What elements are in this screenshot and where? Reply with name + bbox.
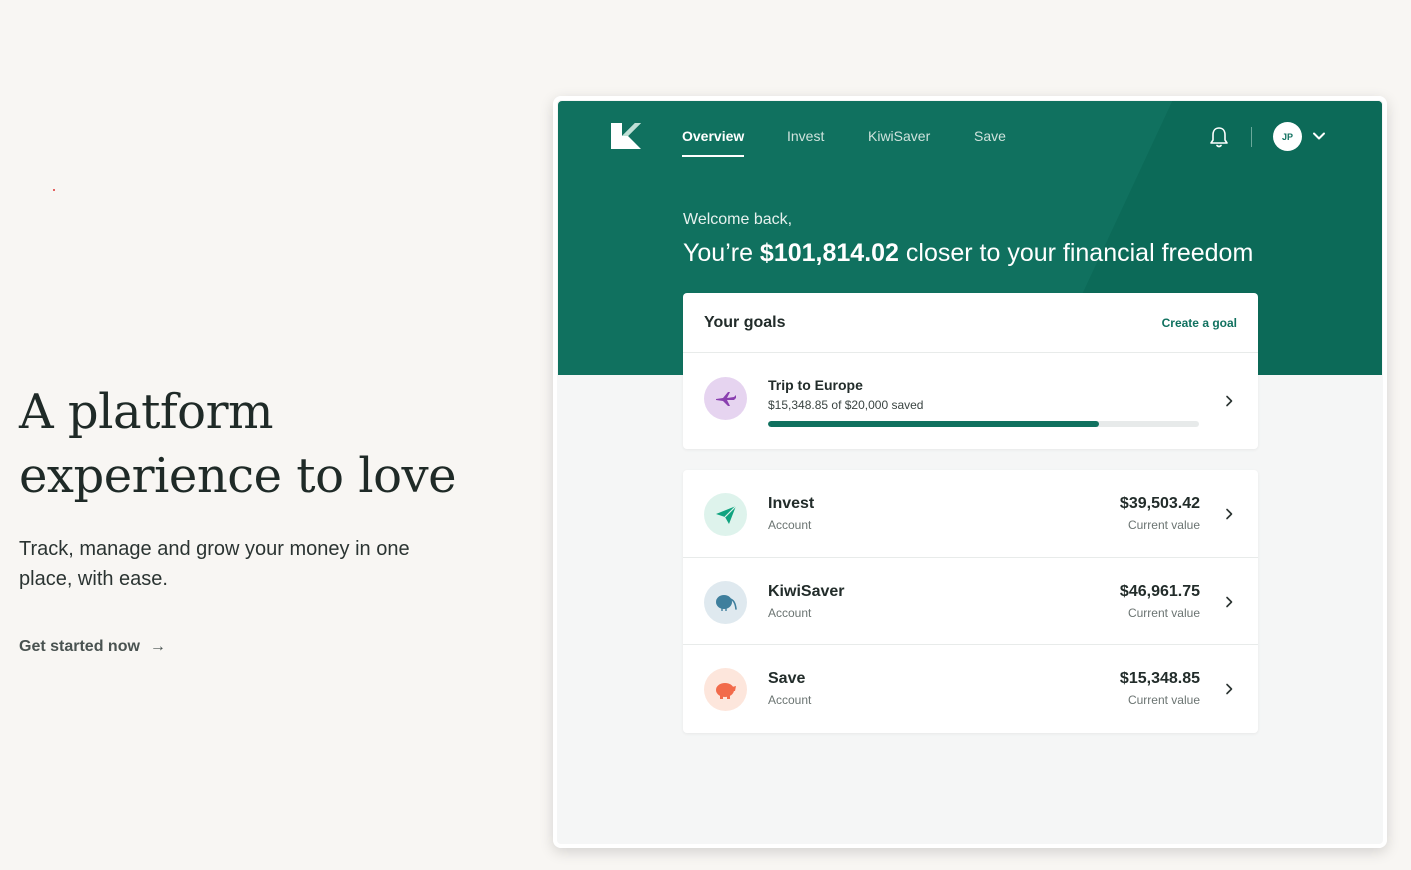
account-value: $46,961.75 (1119, 582, 1200, 600)
freedom-headline: You’re $101,814.02 closer to your financ… (683, 239, 1253, 268)
create-goal-link[interactable]: Create a goal (1162, 316, 1237, 330)
kernel-logo-icon[interactable] (611, 123, 641, 149)
account-value-label: Current value (1127, 605, 1200, 620)
account-type: Account (768, 693, 812, 707)
account-type: Account (768, 605, 812, 620)
nav-tab-save[interactable]: Save (974, 128, 1006, 144)
freedom-suffix: closer to your financial freedom (898, 239, 1254, 267)
plane-icon (715, 391, 736, 406)
accounts-card: Invest Account $39,503.42 Current value … (683, 470, 1258, 733)
account-type: Account (768, 518, 812, 532)
get-started-link[interactable]: Get started now → (19, 638, 166, 656)
piggy-bank-icon (715, 682, 736, 699)
invest-icon-circle (704, 493, 747, 536)
account-name: KiwiSaver (768, 582, 845, 600)
hero-section: A platform experience to love Track, man… (19, 380, 479, 656)
hero-subtitle: Track, manage and grow your money in one… (19, 538, 410, 590)
account-value: $39,503.42 (1119, 495, 1200, 512)
goals-card: Your goals Create a goal Trip to Europe … (683, 293, 1258, 449)
arrow-right-icon: → (149, 638, 166, 655)
hero-title: A platform experience to love (19, 380, 479, 508)
account-value: $15,348.85 (1119, 670, 1200, 687)
freedom-prefix: You’re (683, 239, 760, 267)
account-name: Invest (768, 495, 815, 512)
goals-header: Your goals Create a goal (683, 293, 1258, 353)
decorative-dot (53, 189, 55, 191)
freedom-amount: $101,814.02 (759, 239, 899, 267)
top-nav: Overview Invest KiwiSaver Save JP (558, 101, 1382, 173)
goal-progress-fill (768, 421, 1099, 427)
app-preview-frame: Overview Invest KiwiSaver Save JP Welcom… (553, 96, 1387, 848)
hero-title-line2: experience to love (19, 448, 457, 504)
goal-progress-bar (768, 421, 1199, 427)
kiwisaver-icon-circle (704, 580, 747, 624)
get-started-label: Get started now (19, 638, 140, 655)
goal-icon-circle (704, 377, 747, 420)
nav-divider (1251, 127, 1252, 147)
account-value-label: Current value (1127, 518, 1200, 532)
save-icon-circle (704, 668, 747, 711)
goals-title: Your goals (704, 313, 786, 331)
nav-active-indicator (682, 155, 744, 157)
goal-progress-text: $15,348.85 of $20,000 saved (768, 398, 924, 412)
account-row-kiwisaver[interactable]: KiwiSaver Account $46,961.75 Current val… (683, 558, 1258, 645)
chevron-right-icon[interactable] (1224, 395, 1234, 407)
kiwi-bird-icon (715, 595, 737, 611)
chevron-down-icon[interactable] (1312, 129, 1326, 143)
avatar[interactable]: JP (1273, 122, 1302, 151)
bell-icon[interactable] (1209, 126, 1229, 148)
chevron-right-icon[interactable] (1224, 508, 1234, 520)
nav-tab-invest[interactable]: Invest (787, 128, 824, 144)
goal-row[interactable]: Trip to Europe $15,348.85 of $20,000 sav… (683, 353, 1258, 449)
hero-title-line1: A platform (19, 384, 274, 440)
account-name: Save (768, 670, 806, 687)
account-row-invest[interactable]: Invest Account $39,503.42 Current value (683, 470, 1258, 558)
chevron-right-icon[interactable] (1224, 683, 1234, 695)
goal-name: Trip to Europe (768, 377, 863, 393)
paper-plane-icon (715, 505, 736, 524)
nav-tab-overview[interactable]: Overview (682, 128, 744, 144)
account-row-save[interactable]: Save Account $15,348.85 Current value (683, 645, 1258, 733)
chevron-right-icon[interactable] (1224, 596, 1234, 608)
account-value-label: Current value (1127, 693, 1200, 707)
nav-tab-kiwisaver[interactable]: KiwiSaver (868, 128, 930, 144)
app-preview: Overview Invest KiwiSaver Save JP Welcom… (558, 101, 1382, 843)
welcome-text: Welcome back, (683, 211, 793, 228)
